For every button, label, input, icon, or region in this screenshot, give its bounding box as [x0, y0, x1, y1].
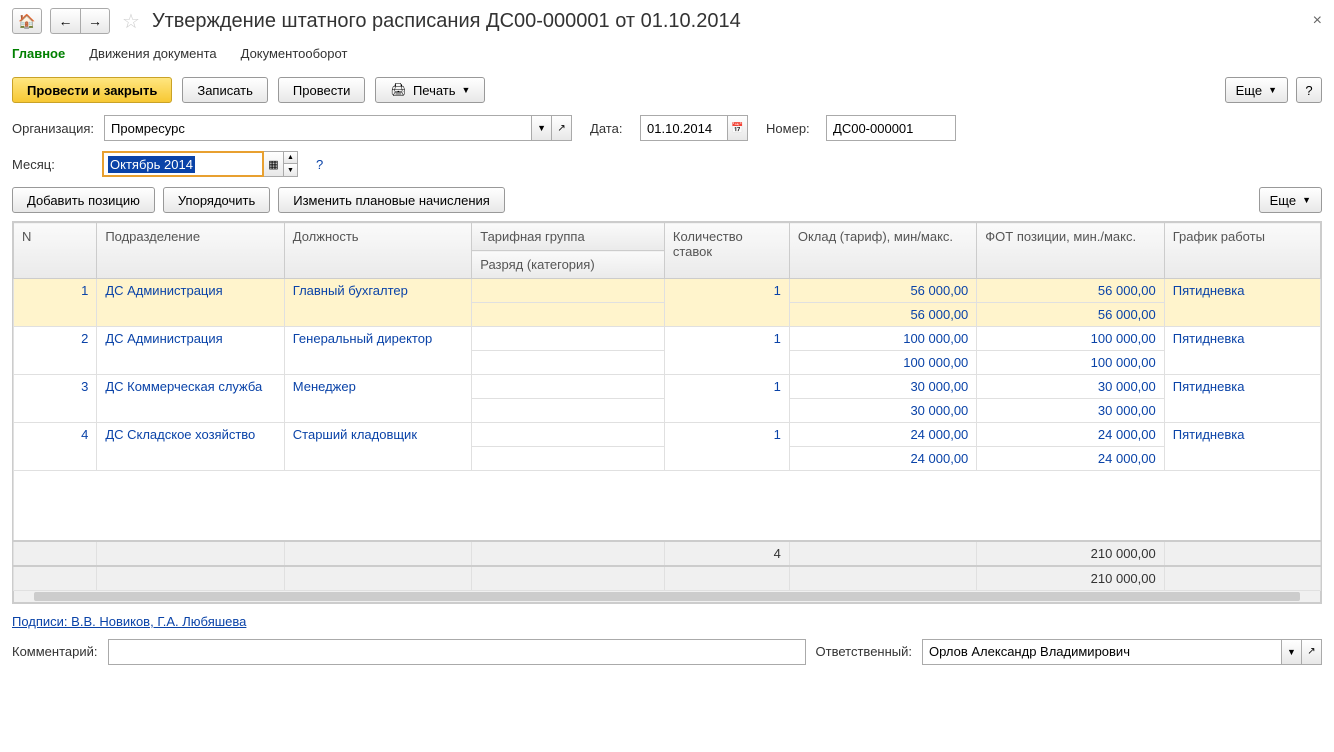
- col-salary[interactable]: Оклад (тариф), мин/макс.: [789, 223, 976, 279]
- date-calendar-button[interactable]: 📅: [728, 115, 748, 141]
- resp-input[interactable]: [922, 639, 1282, 665]
- table-row[interactable]: 2ДС АдминистрацияГенеральный директор110…: [14, 327, 1321, 351]
- more-button[interactable]: Еще ▼: [1225, 77, 1288, 103]
- col-position[interactable]: Должность: [284, 223, 471, 279]
- sort-button[interactable]: Упорядочить: [163, 187, 270, 213]
- month-up-button[interactable]: ▲: [284, 151, 298, 164]
- tab-main[interactable]: Главное: [12, 44, 65, 63]
- staffing-table: N Подразделение Должность Тарифная групп…: [12, 221, 1322, 604]
- chevron-down-icon: ▼: [462, 85, 471, 95]
- org-input[interactable]: [104, 115, 532, 141]
- col-dept[interactable]: Подразделение: [97, 223, 284, 279]
- org-open-button[interactable]: ↗: [552, 115, 572, 141]
- printer-icon: 🖨: [390, 82, 407, 98]
- col-rank[interactable]: Разряд (категория): [472, 251, 665, 279]
- home-button[interactable]: 🏠: [12, 8, 42, 34]
- month-help-link[interactable]: ?: [316, 157, 323, 172]
- col-fot[interactable]: ФОТ позиции, мин./макс.: [977, 223, 1164, 279]
- num-input[interactable]: [826, 115, 956, 141]
- resp-dropdown-button[interactable]: ▼: [1282, 639, 1302, 665]
- chevron-down-icon: ▼: [1268, 85, 1277, 95]
- scrollbar-thumb[interactable]: [34, 592, 1300, 601]
- table-row[interactable]: 1ДС АдминистрацияГлавный бухгалтер156 00…: [14, 279, 1321, 303]
- close-button[interactable]: ×: [1313, 12, 1322, 30]
- date-input[interactable]: [640, 115, 728, 141]
- table-row[interactable]: 3ДС Коммерческая службаМенеджер130 000,0…: [14, 375, 1321, 399]
- comment-label: Комментарий:: [12, 644, 98, 659]
- col-schedule[interactable]: График работы: [1164, 223, 1320, 279]
- comment-input[interactable]: [108, 639, 806, 665]
- month-input[interactable]: Октябрь 2014: [102, 151, 264, 177]
- add-position-button[interactable]: Добавить позицию: [12, 187, 155, 213]
- month-label: Месяц:: [12, 157, 92, 172]
- tab-docflow[interactable]: Документооборот: [241, 44, 348, 63]
- resp-label: Ответственный:: [816, 644, 912, 659]
- print-button[interactable]: 🖨 Печать ▼: [375, 77, 485, 103]
- col-tariff[interactable]: Тарифная группа: [472, 223, 665, 251]
- col-qty[interactable]: Количество ставок: [664, 223, 789, 279]
- help-button[interactable]: ?: [1296, 77, 1322, 103]
- empty-area: [14, 471, 1321, 541]
- month-down-button[interactable]: ▼: [284, 164, 298, 177]
- forward-button[interactable]: →: [80, 8, 110, 34]
- table-row[interactable]: 4ДС Складское хозяйствоСтарший кладовщик…: [14, 423, 1321, 447]
- post-and-close-button[interactable]: Провести и закрыть: [12, 77, 172, 103]
- tab-movements[interactable]: Движения документа: [89, 44, 216, 63]
- num-label: Номер:: [766, 121, 816, 136]
- chevron-down-icon: ▼: [1302, 195, 1311, 205]
- horizontal-scrollbar[interactable]: [13, 591, 1321, 603]
- total-qty: 4: [664, 541, 789, 566]
- date-label: Дата:: [590, 121, 630, 136]
- resp-open-button[interactable]: ↗: [1302, 639, 1322, 665]
- favorite-star-icon[interactable]: ☆: [122, 9, 140, 34]
- total-fot-min: 210 000,00: [977, 541, 1164, 566]
- col-n[interactable]: N: [14, 223, 97, 279]
- total-fot-max: 210 000,00: [977, 566, 1164, 591]
- totals-row-2: 210 000,00: [14, 566, 1321, 591]
- table-more-button[interactable]: Еще ▼: [1259, 187, 1322, 213]
- post-button[interactable]: Провести: [278, 77, 366, 103]
- org-label: Организация:: [12, 121, 94, 136]
- save-button[interactable]: Записать: [182, 77, 268, 103]
- org-dropdown-button[interactable]: ▼: [532, 115, 552, 141]
- back-button[interactable]: ←: [50, 8, 80, 34]
- totals-row: 4 210 000,00: [14, 541, 1321, 566]
- signatures-link[interactable]: Подписи: В.В. Новиков, Г.А. Любяшева: [12, 614, 246, 629]
- change-accruals-button[interactable]: Изменить плановые начисления: [278, 187, 505, 213]
- page-title: Утверждение штатного расписания ДС00-000…: [152, 10, 741, 33]
- month-calendar-button[interactable]: ▦: [264, 151, 284, 177]
